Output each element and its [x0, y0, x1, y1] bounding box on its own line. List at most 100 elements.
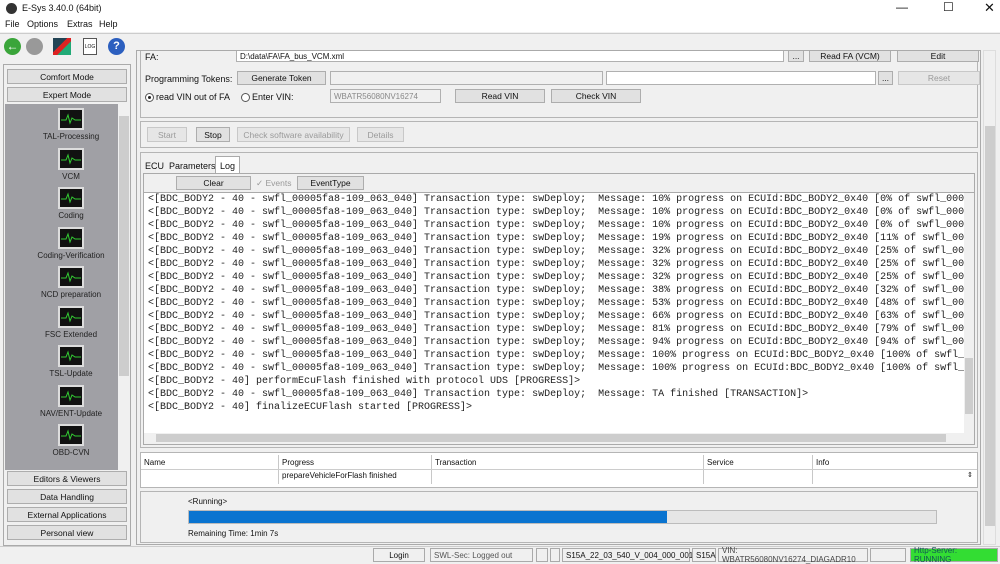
log-line: <[BDC_BODY2 - 40 - swfl_00005fa8-109_063…: [148, 285, 974, 296]
read-vin-button[interactable]: Read VIN: [455, 89, 545, 103]
tab-parameters[interactable]: Parameters: [169, 161, 216, 171]
fa-path-field[interactable]: D:\data\FA\FA_bus_VCM.xml: [236, 51, 784, 62]
back-icon[interactable]: ←: [4, 38, 21, 55]
cell-info: [813, 470, 965, 484]
main-vertical-scrollbar[interactable]: [983, 50, 996, 545]
personal-view-button[interactable]: Personal view: [7, 525, 127, 540]
sidebar-item-fsc-extended[interactable]: FSC Extended: [12, 305, 130, 339]
maximize-button[interactable]: ☐: [943, 0, 954, 14]
monitor-icon: [58, 226, 84, 249]
status-empty-2: [550, 548, 560, 562]
sidebar-item-vcm[interactable]: VCM: [12, 147, 130, 181]
http-server-status: Http-Server: RUNNING: [910, 546, 998, 564]
enter-vin-radio[interactable]: Enter VIN:: [241, 92, 294, 103]
sidebar-item-obd-cvn[interactable]: OBD-CVN: [12, 424, 130, 457]
sidebar-item-label: NCD preparation: [40, 290, 102, 299]
sidebar-item-ncd-preparation[interactable]: NCD preparation: [12, 266, 130, 299]
help-icon[interactable]: ?: [108, 38, 125, 55]
running-status: <Running>: [188, 497, 228, 506]
vin-status: VIN: WBATR56080NV16274_DIAGADR10: [718, 546, 868, 564]
log-text-area[interactable]: <[BDC_BODY2 - 40 - swfl_00005fa8-109_063…: [144, 192, 974, 444]
generate-token-button[interactable]: Generate Token: [237, 71, 326, 85]
external-applications-button[interactable]: External Applications: [7, 507, 127, 522]
menu-file[interactable]: File: [5, 19, 20, 29]
clear-button[interactable]: Clear: [176, 176, 251, 190]
token-field-2[interactable]: [606, 71, 876, 85]
comfort-mode-button[interactable]: Comfort Mode: [7, 69, 127, 84]
sidebar-item-label: TAL-Processing: [42, 132, 100, 141]
log-content: Clear ✓ Events EventType <[BDC_BODY2 - 4…: [143, 173, 975, 445]
log-line: <[BDC_BODY2 - 40 - swfl_00005fa8-109_063…: [148, 389, 809, 400]
minimize-button[interactable]: —: [896, 0, 908, 14]
event-type-button[interactable]: EventType: [297, 176, 364, 190]
cell-progress: prepareVehicleForFlash finished: [279, 470, 432, 484]
edit-fa-button[interactable]: Edit: [897, 51, 979, 62]
stop-button[interactable]: Stop: [196, 127, 230, 142]
vin-field[interactable]: WBATR56080NV16274: [330, 89, 441, 103]
sidebar-item-coding-verification[interactable]: Coding-Verification: [12, 226, 130, 260]
log-line: <[BDC_BODY2 - 40] performEcuFlash finish…: [148, 376, 581, 387]
table-scroll-icon[interactable]: ⇕: [967, 471, 973, 479]
log-vertical-scrollbar[interactable]: [964, 193, 974, 433]
header-service[interactable]: Service: [704, 455, 813, 469]
monitor-icon: [58, 345, 84, 367]
table-header: Name Progress Transaction Service Info: [141, 455, 977, 470]
menu-help[interactable]: Help: [99, 19, 118, 29]
events-checkbox[interactable]: ✓ Events: [256, 178, 291, 189]
log-line: <[BDC_BODY2 - 40 - swfl_00005fa8-109_063…: [148, 233, 974, 244]
check-software-button[interactable]: Check software availability: [237, 127, 350, 142]
read-vin-radio[interactable]: read VIN out of FA: [145, 92, 230, 103]
reset-button[interactable]: Reset: [898, 71, 980, 85]
connect-icon[interactable]: [53, 38, 71, 55]
editors-viewers-button[interactable]: Editors & Viewers: [7, 471, 127, 486]
sidebar-item-label: NAV/ENT-Update: [39, 408, 103, 418]
expert-mode-button[interactable]: Expert Mode: [7, 87, 127, 102]
fa-browse-button[interactable]: ...: [788, 51, 804, 62]
monitor-icon: [58, 305, 84, 328]
header-info[interactable]: Info: [813, 455, 965, 469]
menu-options[interactable]: Options: [27, 19, 58, 29]
table-row[interactable]: prepareVehicleForFlash finished: [141, 470, 965, 484]
log-line: <[BDC_BODY2 - 40 - swfl_00005fa8-109_063…: [148, 259, 974, 270]
sidebar-item-nav-ent-update[interactable]: NAV/ENT-Update: [12, 384, 130, 418]
tab-ecu[interactable]: ECU: [145, 161, 164, 171]
check-vin-button[interactable]: Check VIN: [551, 89, 641, 103]
transaction-table: Name Progress Transaction Service Info p…: [140, 452, 978, 488]
monitor-icon: [58, 108, 84, 130]
header-transaction[interactable]: Transaction: [432, 455, 704, 469]
cell-name: [141, 470, 279, 484]
close-button[interactable]: ✕: [984, 0, 995, 16]
data-handling-button[interactable]: Data Handling: [7, 489, 127, 504]
fa-label: FA:: [145, 52, 159, 62]
sidebar-item-coding[interactable]: Coding: [12, 187, 130, 220]
log-line: <[BDC_BODY2 - 40 - swfl_00005fa8-109_063…: [148, 337, 974, 348]
sidebar-item-label: OBD-CVN: [52, 448, 90, 457]
forward-icon[interactable]: [26, 38, 43, 55]
log-line: <[BDC_BODY2 - 40 - swfl_00005fa8-109_063…: [148, 363, 974, 374]
log-line: <[BDC_BODY2 - 40 - swfl_00005fa8-109_063…: [148, 220, 974, 231]
log-line: <[BDC_BODY2 - 40 - swfl_00005fa8-109_063…: [148, 207, 974, 218]
login-button[interactable]: Login: [373, 548, 425, 562]
monitor-icon: [58, 147, 84, 170]
sidebar-item-label: VCM: [62, 171, 80, 181]
token-field-1: [330, 71, 603, 85]
sidebar-item-tsl-update[interactable]: TSL-Update: [12, 345, 130, 378]
enter-vin-label: Enter VIN:: [252, 92, 294, 102]
status-empty-3: [870, 548, 906, 562]
monitor-icon: [58, 266, 84, 288]
start-button[interactable]: Start: [147, 127, 187, 142]
log-tab-panel: ECU Parameters Log Clear ✓ Events EventT…: [140, 152, 978, 448]
details-button[interactable]: Details: [357, 127, 404, 142]
app-icon: [6, 3, 17, 14]
log-line: <[BDC_BODY2 - 40] finalizeECUFlash start…: [148, 402, 473, 413]
menu-extras[interactable]: Extras: [67, 19, 93, 29]
cell-transaction: [432, 470, 704, 484]
log-line: <[BDC_BODY2 - 40 - swfl_00005fa8-109_063…: [148, 298, 974, 309]
log-icon[interactable]: LOG: [83, 38, 97, 55]
read-fa-button[interactable]: Read FA (VCM): [809, 51, 891, 62]
header-name[interactable]: Name: [141, 455, 279, 469]
header-progress[interactable]: Progress: [279, 455, 432, 469]
log-horizontal-scrollbar[interactable]: [144, 433, 974, 444]
token-browse-button[interactable]: ...: [878, 71, 893, 85]
sidebar-item-tal-processing[interactable]: TAL-Processing: [12, 108, 130, 141]
